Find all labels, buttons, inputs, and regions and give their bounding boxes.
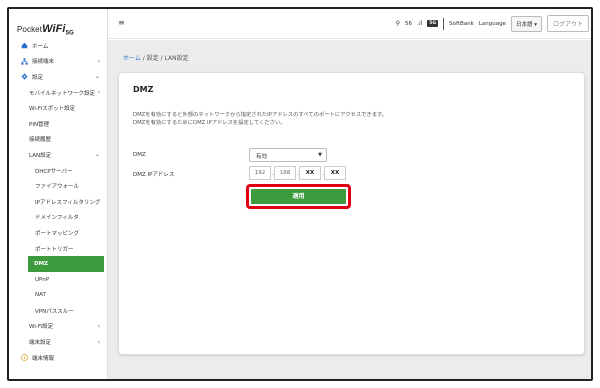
sidebar-item-label: ドメインフィルタ	[35, 215, 79, 222]
chevron-left-icon: ‹	[97, 338, 100, 346]
sidebar-item-dhcp[interactable]: DHCPサーバー	[9, 163, 108, 179]
language-value: 日本語	[515, 21, 533, 28]
app-window: PocketWiFi5G ホーム 接続端末 ‹ 設定 ⌄ モバイルネットワーク設…	[7, 7, 593, 381]
sidebar-item-label: DHCPサーバー	[35, 168, 73, 175]
sidebar-nav: ホーム 接続端末 ‹ 設定 ⌄ モバイルネットワーク設定 ‹ Wi-Fiスポット…	[9, 38, 108, 365]
home-icon	[21, 42, 28, 49]
sidebar-item-domain-filter[interactable]: ドメインフィルタ	[9, 210, 108, 226]
sidebar-item-label: DMZ	[34, 261, 49, 268]
sidebar-item-label: LAN設定	[29, 152, 52, 159]
info-icon	[21, 354, 28, 362]
header-divider	[443, 17, 445, 30]
breadcrumb: ホーム / 設定 / LAN設定	[123, 53, 189, 62]
sidebar-item-wifi-settings[interactable]: Wi-Fi設定 ‹	[9, 319, 108, 335]
antenna-icon: ⚲	[395, 20, 401, 27]
breadcrumb-home-link[interactable]: ホーム	[123, 55, 141, 62]
dmz-label: DMZ	[133, 152, 146, 158]
sidebar-item-lan[interactable]: LAN設定 ⌄	[9, 147, 108, 163]
sidebar-item-label: Wi-Fi設定	[29, 324, 54, 331]
sidebar-item-vpn[interactable]: VPNパススルー	[9, 303, 108, 319]
sidebar-item-dmz[interactable]: DMZ	[28, 256, 104, 272]
sidebar-item-label: PIN管理	[29, 121, 50, 128]
network-icon	[21, 58, 28, 65]
breadcrumb-settings: 設定	[146, 55, 159, 62]
logout-button[interactable]: ログアウト	[546, 15, 589, 32]
ip-octet-1[interactable]: 192	[249, 166, 271, 180]
ip-octet-4[interactable]: XX	[324, 166, 346, 180]
sidebar-item-label: IPアドレスフィルタリング	[35, 199, 101, 206]
description-line: DMZを有効にすると外部のネットワークから指定されたIPアドレスのすべてのポート…	[133, 112, 388, 118]
sidebar-item-home[interactable]: ホーム	[9, 38, 108, 54]
chevron-left-icon: ‹	[97, 322, 100, 330]
dmz-ip-label: DMZ IPアドレス	[133, 172, 175, 178]
chevron-down-icon: ⌄	[94, 73, 100, 81]
sidebar-item-wifi-spot[interactable]: Wi-Fiスポット設定	[9, 100, 108, 116]
description-line: DMZを有効にするためにDMZ IPアドレスを設定してください。	[133, 120, 286, 126]
sidebar: PocketWiFi5G ホーム 接続端末 ‹ 設定 ⌄ モバイルネットワーク設…	[9, 9, 108, 379]
sidebar-item-connection-history[interactable]: 接続履歴	[9, 132, 108, 148]
sidebar-item-label: ファイアウォール	[35, 184, 80, 191]
brand-logo: PocketWiFi5G	[17, 23, 74, 37]
ip-octet-2[interactable]: 168	[274, 166, 296, 180]
carrier-name: SoftBank	[449, 20, 474, 27]
network-type-badge: 5G	[427, 20, 439, 27]
top-header: ≡ ⚲ 56 .ıl 5G SoftBank Language 日本語 ▾ ログ…	[108, 9, 591, 39]
sidebar-item-label: ポートマッピング	[35, 230, 80, 237]
sidebar-item-label: ポートトリガー	[35, 246, 74, 253]
sidebar-item-firewall[interactable]: ファイアウォール	[9, 178, 108, 194]
gear-icon	[21, 73, 28, 81]
chevron-left-icon: ‹	[97, 89, 100, 97]
logo-pocket-text: Pocket	[17, 25, 43, 34]
sidebar-item-label: 接続端末	[32, 59, 55, 66]
status-number: 56	[405, 20, 413, 27]
sidebar-item-label: VPNパススルー	[35, 308, 74, 315]
card-description: DMZを有効にすると外部のネットワークから指定されたIPアドレスのすべてのポート…	[133, 111, 563, 127]
chevron-down-icon: ▼	[318, 152, 322, 158]
dmz-select-value: 有効	[256, 154, 268, 160]
card-title: DMZ	[133, 85, 154, 94]
sidebar-item-port-trigger[interactable]: ポートトリガー	[9, 241, 108, 257]
sidebar-item-settings[interactable]: 設定 ⌄	[9, 69, 108, 85]
caret-down-icon: ▾	[534, 21, 537, 28]
sidebar-item-label: モバイルネットワーク設定	[29, 90, 96, 97]
menu-toggle-icon[interactable]: ≡	[118, 18, 125, 27]
apply-button[interactable]: 適用	[251, 189, 346, 204]
sidebar-item-label: 端末設定	[29, 340, 52, 347]
chevron-right-icon: ‹	[97, 57, 100, 65]
sidebar-item-device-info[interactable]: 端末情報	[9, 350, 108, 366]
logo-wifi-text: WiFi	[42, 23, 66, 35]
apply-highlight: 適用	[246, 184, 351, 209]
language-select[interactable]: 日本語 ▾	[510, 15, 542, 32]
sidebar-item-label: ホーム	[32, 43, 49, 50]
sidebar-item-label: 接続履歴	[29, 137, 52, 144]
ip-octet-3[interactable]: XX	[299, 166, 321, 180]
sidebar-item-ip-filter[interactable]: IPアドレスフィルタリング	[9, 194, 108, 210]
status-bar: ⚲ 56 .ıl 5G SoftBank Language 日本語 ▾ ログアウ…	[396, 15, 589, 32]
sidebar-item-devices[interactable]: 接続端末 ‹	[9, 54, 108, 70]
signal-icon: .ıl	[417, 20, 423, 27]
sidebar-item-nat[interactable]: NAT	[9, 288, 108, 304]
sidebar-item-label: 設定	[32, 74, 44, 81]
chevron-down-icon: ⌄	[94, 151, 100, 159]
sidebar-item-label: 端末情報	[32, 355, 55, 362]
dmz-select[interactable]: 有効 ▼	[249, 148, 327, 162]
sidebar-item-label: Wi-Fiスポット設定	[29, 106, 76, 113]
sidebar-item-label: NAT	[35, 292, 46, 299]
sidebar-item-upnp[interactable]: UPnP	[9, 272, 108, 288]
dmz-card: DMZ DMZを有効にすると外部のネットワークから指定されたIPアドレスのすべて…	[118, 72, 585, 355]
logo-5g-text: 5G	[65, 30, 74, 37]
breadcrumb-lan: LAN設定	[164, 55, 189, 62]
sidebar-item-label: UPnP	[35, 276, 50, 283]
sidebar-item-port-mapping[interactable]: ポートマッピング	[9, 225, 108, 241]
sidebar-item-device-settings[interactable]: 端末設定 ‹	[9, 334, 108, 350]
main-content: ホーム / 設定 / LAN設定 DMZ DMZを有効にすると外部のネットワーク…	[108, 40, 591, 379]
sidebar-item-pin[interactable]: PIN管理	[9, 116, 108, 132]
language-label: Language	[478, 20, 506, 27]
sidebar-item-mobile-network[interactable]: モバイルネットワーク設定 ‹	[9, 85, 108, 101]
